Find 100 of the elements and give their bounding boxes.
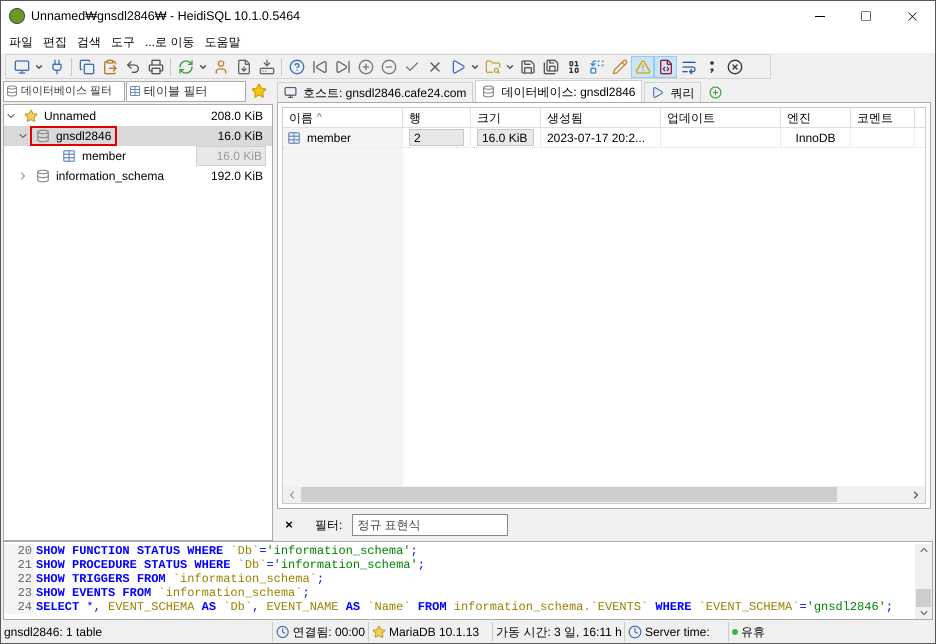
help-icon xyxy=(288,58,304,74)
size-label: 16.0 KiB xyxy=(216,128,264,145)
database-icon xyxy=(6,84,18,96)
line-number: 23 xyxy=(4,586,34,600)
wrap-icon xyxy=(680,58,696,74)
app-logo-icon xyxy=(9,8,25,24)
status-text: gnsdl2846: 1 table xyxy=(4,624,102,641)
size-label: 16.0 KiB xyxy=(196,146,266,166)
tab[interactable]: 데이터베이스: gnsdl2846 xyxy=(475,80,642,102)
star-icon xyxy=(251,83,267,99)
table-icon xyxy=(287,130,301,144)
status-text: 유휴 xyxy=(741,624,765,641)
menu-item[interactable]: 파일 xyxy=(4,33,38,51)
column-header[interactable]: 생성됨 xyxy=(547,108,583,126)
paste-icon xyxy=(102,58,118,74)
line-number: 22 xyxy=(4,572,34,586)
tree-label: member xyxy=(82,148,126,165)
last-icon xyxy=(334,58,350,74)
sql-statement: SHOW PROCEDURE STATUS WHERE `Db`='information_schema'; xyxy=(35,558,425,572)
database-icon xyxy=(36,129,50,143)
menu-item[interactable]: 도구 xyxy=(106,33,140,51)
sort-indicator: ^ xyxy=(317,111,322,125)
database-icon xyxy=(482,85,496,98)
tree-label: gnsdl2846 xyxy=(56,128,112,145)
column-header[interactable]: 엔진 xyxy=(787,108,811,126)
database-filter-field[interactable]: 데이터베이스 필터 xyxy=(3,80,125,102)
scroll-thumb[interactable] xyxy=(916,589,931,607)
save-as-icon xyxy=(542,58,558,74)
copy-icon xyxy=(78,58,94,74)
column-header[interactable]: 업데이트 xyxy=(667,108,715,126)
semicolon-icon xyxy=(710,60,714,72)
table-icon xyxy=(129,84,141,96)
vertical-scrollbar[interactable] xyxy=(915,544,932,619)
clock-icon xyxy=(628,625,642,639)
column-header[interactable]: 이름 xyxy=(289,108,313,126)
status-text: MariaDB 10.1.13 xyxy=(389,624,480,641)
tree-label: Unnamed xyxy=(44,108,96,125)
stop-icon xyxy=(726,58,742,74)
folder-search-icon xyxy=(484,58,500,74)
disk-icon xyxy=(258,58,274,74)
star-icon xyxy=(24,109,38,123)
refresh-icon xyxy=(178,58,194,74)
sql-statement: SHOW EVENTS FROM `information_schema`; xyxy=(35,586,310,600)
column-header[interactable]: 코멘트 xyxy=(857,108,893,126)
status-text: 연결됨: 00:00 xyxy=(292,624,365,641)
menu-item[interactable]: 편집 xyxy=(38,33,72,51)
tree-label: information_schema xyxy=(56,168,164,185)
filter-field[interactable]: 정규 표현식 xyxy=(352,514,508,536)
export-icon xyxy=(236,58,252,74)
window-title: Unnamed₩gnsdl2846₩ - HeidiSQL 10.1.0.5464 xyxy=(31,8,300,25)
first-icon xyxy=(312,58,328,74)
database-icon xyxy=(36,169,50,183)
connect-icon xyxy=(14,58,30,74)
menu-item[interactable]: 도움말 xyxy=(199,33,246,51)
filter-label: 필터: xyxy=(315,517,342,534)
warning-icon xyxy=(634,58,650,74)
undo-icon xyxy=(124,58,140,74)
print-icon xyxy=(148,58,164,74)
clock-icon xyxy=(276,625,290,639)
line-number: 21 xyxy=(4,558,34,572)
monitor-icon xyxy=(284,86,297,99)
table-cell-text: 2023-07-17 20:2... xyxy=(547,130,646,146)
replace-icon xyxy=(588,58,604,74)
status-text: 가동 시간: 3 일, 16:11 h xyxy=(496,624,622,641)
menu-item[interactable]: ...로 이동 xyxy=(140,33,200,51)
table-cell-text: InnoDB xyxy=(795,130,836,146)
star-icon xyxy=(372,625,386,639)
remove-icon xyxy=(380,58,396,74)
tree-row[interactable]: gnsdl2846 16.0 KiB xyxy=(4,126,272,146)
horizontal-scrollbar[interactable] xyxy=(283,486,925,503)
save-icon xyxy=(520,58,536,74)
maximize-icon xyxy=(860,10,872,22)
user-icon xyxy=(212,58,228,74)
tab[interactable]: 쿼리 xyxy=(644,82,702,102)
tree-row[interactable]: member 16.0 KiB xyxy=(4,146,272,166)
table-cell: 2 xyxy=(409,129,464,146)
tab[interactable]: 호스트: gnsdl2846.cafe24.com xyxy=(277,82,474,102)
sql-statement: SHOW TRIGGERS FROM `information_schema`; xyxy=(35,572,324,586)
size-label: 192.0 KiB xyxy=(210,168,264,185)
line-number: 20 xyxy=(4,544,34,558)
table-cell: 16.0 KiB xyxy=(477,129,534,146)
add-tab-icon xyxy=(709,86,722,98)
pencil-icon xyxy=(612,58,628,74)
clear-filter-button[interactable]: × xyxy=(283,515,295,535)
run-icon xyxy=(450,58,466,74)
status-text: Server time: xyxy=(645,624,710,641)
column-header[interactable]: 크기 xyxy=(477,108,501,126)
toolbar-button[interactable] xyxy=(654,56,677,78)
sql-statement: SELECT *, EVENT_SCHEMA AS `Db`, EVENT_NAME AS `Name` FROM information_schema.`EVENTS` WHERE `EVENT_SCHEMA`='gnsdl2846'; xyxy=(35,600,894,614)
size-label: 208.0 KiB xyxy=(210,108,264,125)
tree-row[interactable]: Unnamed 208.0 KiB xyxy=(4,106,272,126)
line-number: 24 xyxy=(4,600,34,614)
play-icon xyxy=(651,86,664,99)
table-icon xyxy=(62,149,76,163)
column-header[interactable]: 행 xyxy=(409,108,421,126)
tree-row[interactable]: information_schema 192.0 KiB xyxy=(4,166,272,186)
table-filter-field[interactable]: 테이블 필터 xyxy=(126,80,246,102)
sql-statement: SHOW FUNCTION STATUS WHERE `Db`='information_schema'; xyxy=(35,544,418,558)
add-icon xyxy=(358,58,374,74)
menu-item[interactable]: 검색 xyxy=(72,33,106,51)
